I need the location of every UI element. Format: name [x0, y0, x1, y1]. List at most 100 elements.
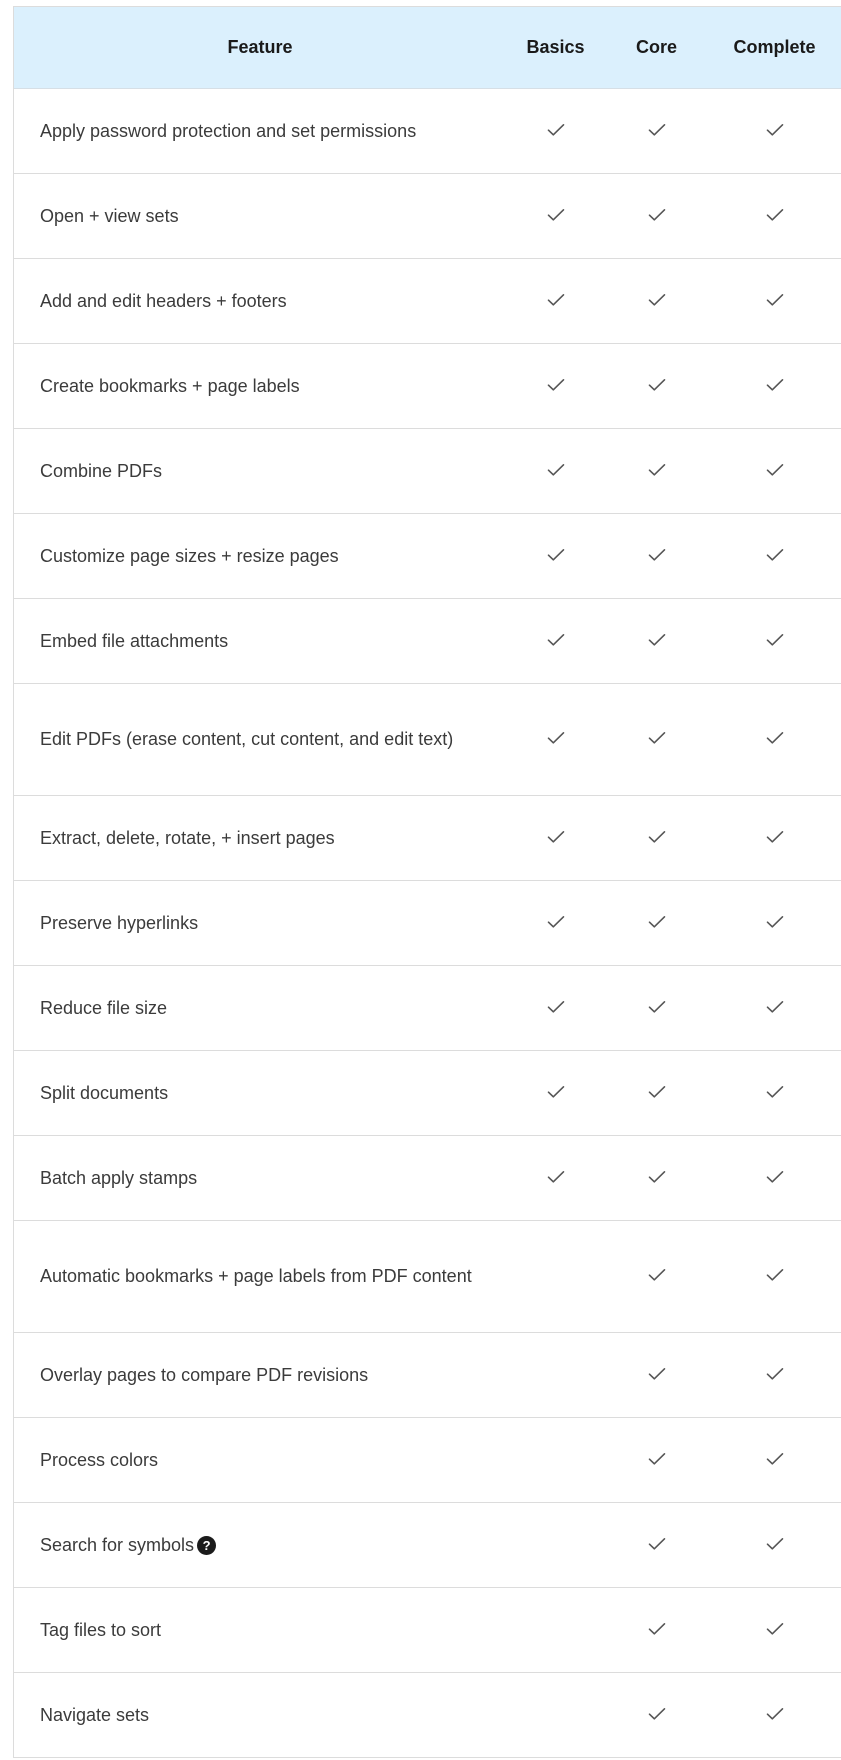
feature-label: Tag files to sort	[40, 1619, 162, 1640]
feature-cell: Edit PDFs (erase content, cut content, a…	[14, 726, 506, 753]
checkmark-icon	[547, 633, 565, 647]
feature-cell: Search for symbols?	[14, 1532, 506, 1559]
feature-cell: Navigate sets	[14, 1702, 506, 1729]
checkmark-icon	[766, 731, 784, 745]
core-cell	[605, 461, 708, 482]
basics-cell	[506, 631, 605, 652]
checkmark-icon	[648, 1537, 666, 1551]
core-cell	[605, 206, 708, 227]
table-row: Extract, delete, rotate, + insert pages	[14, 796, 841, 881]
checkmark-icon	[648, 731, 666, 745]
basics-cell	[506, 729, 605, 750]
checkmark-icon	[648, 1085, 666, 1099]
feature-label: Preserve hyperlinks	[40, 912, 199, 933]
feature-label: Search for symbols	[40, 1534, 195, 1555]
feature-cell: Preserve hyperlinks	[14, 910, 506, 937]
feature-cell: Batch apply stamps	[14, 1165, 506, 1192]
complete-cell	[708, 1620, 841, 1641]
complete-cell	[708, 206, 841, 227]
checkmark-icon	[766, 1367, 784, 1381]
checkmark-icon	[766, 915, 784, 929]
complete-cell	[708, 1168, 841, 1189]
checkmark-icon	[766, 1170, 784, 1184]
feature-label: Embed file attachments	[40, 630, 229, 651]
checkmark-icon	[547, 293, 565, 307]
checkmark-icon	[648, 1268, 666, 1282]
complete-cell	[708, 461, 841, 482]
core-cell	[605, 546, 708, 567]
basics-cell	[506, 206, 605, 227]
table-row: Search for symbols?	[14, 1503, 841, 1588]
core-cell	[605, 1365, 708, 1386]
header-feature: Feature	[227, 37, 293, 57]
feature-label: Batch apply stamps	[40, 1167, 198, 1188]
checkmark-icon	[766, 830, 784, 844]
feature-label: Reduce file size	[40, 997, 168, 1018]
checkmark-icon	[648, 1000, 666, 1014]
checkmark-icon	[648, 915, 666, 929]
core-cell	[605, 631, 708, 652]
table-row: Split documents	[14, 1051, 841, 1136]
complete-cell	[708, 1450, 841, 1471]
complete-cell	[708, 1535, 841, 1556]
checkmark-icon	[766, 1452, 784, 1466]
table-row: Add and edit headers + footers	[14, 259, 841, 344]
header-core: Core	[635, 37, 677, 57]
checkmark-icon	[547, 1085, 565, 1099]
checkmark-icon	[766, 1000, 784, 1014]
checkmark-icon	[766, 1085, 784, 1099]
complete-cell	[708, 376, 841, 397]
basics-cell	[506, 1168, 605, 1189]
table-body: Apply password protection and set permis…	[14, 89, 841, 1758]
basics-cell	[506, 1083, 605, 1104]
checkmark-icon	[766, 208, 784, 222]
feature-cell: Embed file attachments	[14, 628, 506, 655]
checkmark-icon	[547, 1170, 565, 1184]
feature-label: Create bookmarks + page labels	[40, 375, 300, 396]
feature-cell: Tag files to sort	[14, 1617, 506, 1644]
checkmark-icon	[648, 1707, 666, 1721]
checkmark-icon	[766, 123, 784, 137]
checkmark-icon	[766, 1707, 784, 1721]
basics-cell	[506, 291, 605, 312]
feature-label: Combine PDFs	[40, 460, 163, 481]
feature-cell: Reduce file size	[14, 995, 506, 1022]
feature-cell: Automatic bookmarks + page labels from P…	[14, 1263, 506, 1290]
checkmark-icon	[547, 1000, 565, 1014]
checkmark-icon	[766, 378, 784, 392]
feature-cell: Split documents	[14, 1080, 506, 1107]
checkmark-icon	[648, 463, 666, 477]
table-header: Feature Basics Core Complete	[14, 7, 841, 89]
feature-label: Add and edit headers + footers	[40, 290, 287, 311]
table-row: Navigate sets	[14, 1673, 841, 1758]
table-row: Process colors	[14, 1418, 841, 1503]
core-cell	[605, 1450, 708, 1471]
basics-cell	[506, 998, 605, 1019]
basics-cell	[506, 913, 605, 934]
table-row: Reduce file size	[14, 966, 841, 1051]
checkmark-icon	[648, 1367, 666, 1381]
feature-cell: Overlay pages to compare PDF revisions	[14, 1362, 506, 1389]
header-basics: Basics	[526, 37, 585, 57]
table-row: Overlay pages to compare PDF revisions	[14, 1333, 841, 1418]
basics-cell	[506, 546, 605, 567]
question-circle-icon[interactable]: ?	[197, 1536, 217, 1556]
feature-label: Apply password protection and set permis…	[40, 120, 417, 141]
checkmark-icon	[547, 463, 565, 477]
basics-cell	[506, 121, 605, 142]
table-row: Preserve hyperlinks	[14, 881, 841, 966]
feature-label: Open + view sets	[40, 205, 179, 226]
table-row: Batch apply stamps	[14, 1136, 841, 1221]
complete-cell	[708, 1705, 841, 1726]
feature-cell: Apply password protection and set permis…	[14, 118, 506, 145]
core-cell	[605, 1535, 708, 1556]
table-row: Customize page sizes + resize pages	[14, 514, 841, 599]
feature-cell: Open + view sets	[14, 203, 506, 230]
core-cell	[605, 998, 708, 1019]
core-cell	[605, 291, 708, 312]
complete-cell	[708, 1365, 841, 1386]
table-row: Apply password protection and set permis…	[14, 89, 841, 174]
checkmark-icon	[547, 548, 565, 562]
checkmark-icon	[766, 1537, 784, 1551]
checkmark-icon	[766, 1622, 784, 1636]
